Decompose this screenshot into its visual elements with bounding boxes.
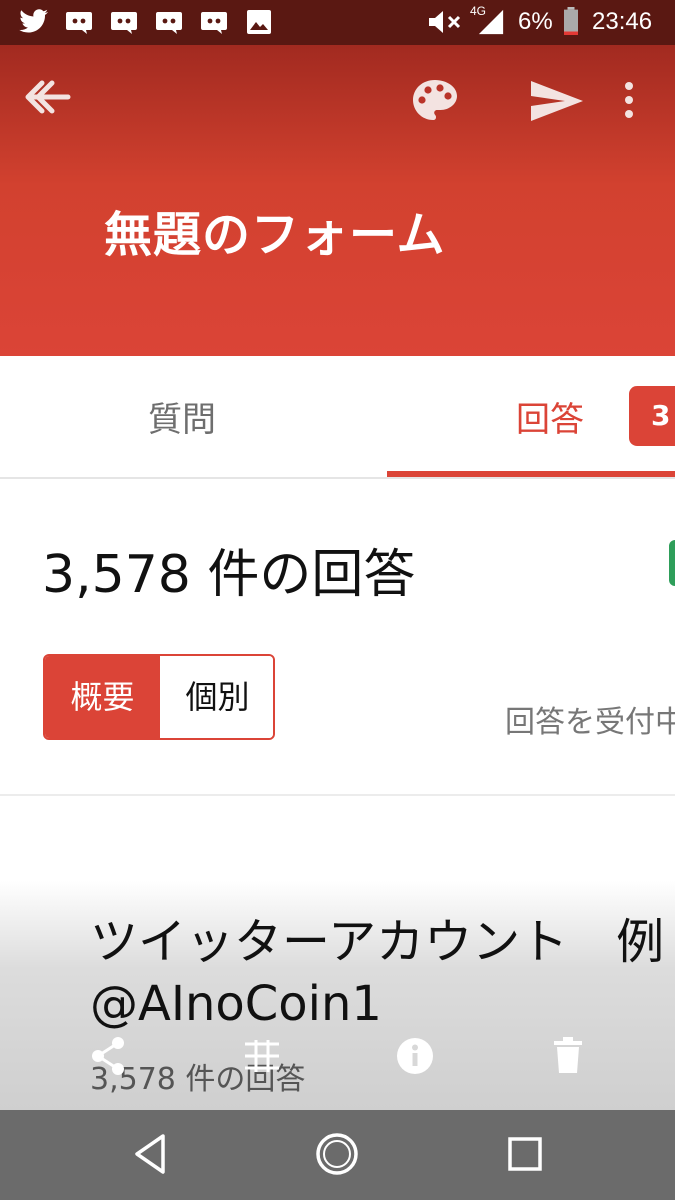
view-toggle: 概要 個別 bbox=[43, 654, 275, 740]
nav-home-icon[interactable] bbox=[315, 1132, 359, 1176]
info-icon[interactable] bbox=[395, 1036, 435, 1076]
twitter-icon bbox=[19, 9, 48, 33]
status-bar: 4G 6% 23:46 bbox=[0, 0, 675, 45]
signal-icon bbox=[478, 9, 504, 35]
tab-bar: 質問 回答 3 bbox=[0, 356, 675, 479]
image-icon bbox=[247, 10, 271, 34]
nav-recents-icon[interactable] bbox=[507, 1136, 543, 1172]
discord-icon bbox=[201, 12, 227, 34]
discord-icon bbox=[66, 12, 92, 34]
accepting-responses-label: 回答を受付中 bbox=[505, 705, 675, 740]
mute-icon bbox=[429, 11, 461, 33]
palette-icon[interactable] bbox=[411, 78, 459, 124]
nav-back-icon[interactable] bbox=[133, 1132, 167, 1176]
question-card: ツイッターアカウント 例 @AInoCoin1 3,578 件の回答 bbox=[0, 796, 675, 1110]
app-bar: 無題のフォーム bbox=[0, 45, 675, 356]
battery-percent: 6% bbox=[518, 8, 553, 35]
delete-icon[interactable] bbox=[553, 1036, 583, 1074]
tab-questions[interactable]: 質問 bbox=[148, 392, 216, 441]
send-icon[interactable] bbox=[529, 79, 585, 123]
tab-responses[interactable]: 回答 bbox=[516, 392, 584, 441]
clock: 23:46 bbox=[592, 8, 653, 35]
sheets-link-button[interactable] bbox=[669, 540, 675, 586]
back-arrow-icon[interactable] bbox=[22, 77, 72, 117]
view-individual-button[interactable]: 個別 bbox=[160, 656, 273, 738]
more-vert-icon[interactable] bbox=[622, 80, 636, 120]
discord-icon bbox=[156, 12, 182, 34]
question-title-line1: ツイッターアカウント 例 bbox=[90, 914, 665, 970]
response-count-badge: 3 bbox=[629, 386, 675, 446]
discord-icon bbox=[111, 12, 137, 34]
tab-indicator bbox=[387, 471, 675, 477]
system-nav-bar bbox=[0, 1110, 675, 1200]
battery-icon bbox=[564, 7, 578, 35]
question-title-line2: @AInoCoin1 bbox=[90, 976, 382, 1032]
share-icon[interactable] bbox=[90, 1036, 126, 1076]
response-count-heading: 3,578 件の回答 bbox=[42, 545, 416, 605]
form-title[interactable]: 無題のフォーム bbox=[104, 195, 446, 265]
spreadsheet-icon[interactable] bbox=[243, 1036, 281, 1076]
view-summary-button[interactable]: 概要 bbox=[45, 656, 160, 738]
